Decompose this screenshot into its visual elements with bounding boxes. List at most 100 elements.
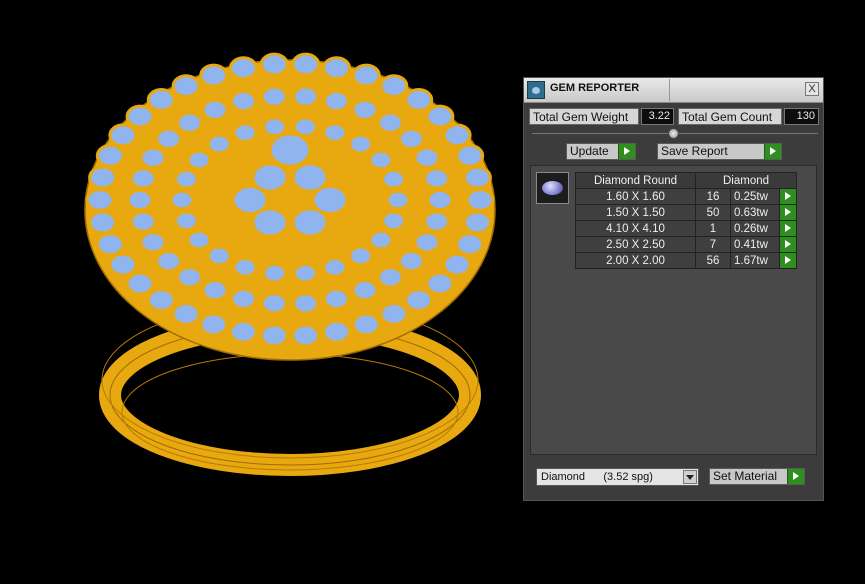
- gem-stone: [385, 189, 411, 211]
- gem-stone: [413, 231, 441, 254]
- table-row[interactable]: 1.50 X 1.50 50 0.63tw: [575, 204, 797, 221]
- gem-size-cell: 4.10 X 4.10: [575, 220, 696, 237]
- panel-title: GEM REPORTER: [550, 82, 640, 94]
- gem-stone: [201, 279, 229, 302]
- save-report-button-label: Save Report: [661, 144, 728, 158]
- gem-stone: [462, 210, 492, 235]
- gem-stone: [126, 188, 154, 212]
- total-weight-value: 3.22: [641, 108, 674, 125]
- gem-stone: [322, 257, 348, 278]
- gem-stone: [455, 143, 485, 168]
- gem-stone: [423, 167, 451, 190]
- gem-stone: [146, 88, 176, 112]
- gem-stone: [199, 312, 229, 337]
- gem-stone: [129, 167, 157, 190]
- gem-count-cell: 1: [695, 220, 731, 237]
- gem-stone: [291, 52, 321, 77]
- close-button[interactable]: X: [805, 82, 819, 96]
- title-bar[interactable]: GEM REPORTER X: [524, 78, 823, 103]
- gem-stone: [125, 104, 155, 129]
- gem-count-cell: 7: [695, 236, 731, 253]
- gem-stone: [186, 149, 212, 171]
- chevron-down-icon[interactable]: [683, 470, 697, 484]
- gem-stone: [199, 63, 229, 88]
- gem-stone: [322, 122, 348, 143]
- play-arrow-icon: [618, 144, 635, 159]
- gem-stone: [260, 85, 288, 108]
- gem-stone: [379, 74, 409, 98]
- gem-count-cell: 50: [695, 204, 731, 221]
- gem-stone: [322, 56, 352, 81]
- gem-stone: [455, 232, 485, 257]
- gem-stone: [173, 168, 199, 190]
- gem-stone: [351, 279, 379, 302]
- save-report-button[interactable]: Save Report: [657, 143, 782, 160]
- ring-head: [84, 59, 496, 361]
- gem-stone: [413, 146, 441, 169]
- gem-stone: [176, 266, 204, 289]
- gem-stone: [228, 319, 258, 344]
- gem-stone: [292, 85, 320, 108]
- table-row[interactable]: 1.60 X 1.60 16 0.25tw: [575, 188, 797, 205]
- gem-reporter-panel: GEM REPORTER X Total Gem Weight 3.22 Tot…: [523, 77, 824, 501]
- gem-stone: [322, 287, 350, 310]
- gem-weight-cell: 0.26tw: [730, 220, 780, 237]
- table-row[interactable]: 2.50 X 2.50 7 0.41tw: [575, 236, 797, 253]
- select-gems-arrow-icon[interactable]: [779, 236, 797, 253]
- gem-stone: [171, 302, 201, 326]
- gem-weight-cell: 0.25tw: [730, 188, 780, 205]
- diamond-round-thumbnail-icon[interactable]: [536, 172, 569, 204]
- gem-stone: [171, 74, 201, 98]
- select-gems-arrow-icon[interactable]: [779, 204, 797, 221]
- gem-weight-cell: 0.41tw: [730, 236, 780, 253]
- gem-stone: [426, 188, 454, 212]
- gem-stone: [262, 116, 288, 138]
- gem-stone: [376, 266, 404, 289]
- gem-stone: [397, 127, 425, 150]
- material-select[interactable]: Diamond (3.52 spg): [536, 468, 699, 486]
- gem-stone: [348, 133, 374, 155]
- gem-stone: [376, 111, 404, 134]
- gem-reporter-icon: [527, 81, 545, 99]
- gem-stone: [259, 323, 289, 348]
- gem-stone: [351, 98, 379, 122]
- material-select-value: Diamond (3.52 spg): [541, 471, 653, 483]
- total-count-value: 130: [784, 108, 819, 125]
- gem-stone: [186, 229, 212, 251]
- update-button[interactable]: Update: [566, 143, 636, 160]
- gem-stone: [95, 232, 125, 257]
- gem-stone: [169, 189, 195, 211]
- gem-stone: [368, 229, 394, 251]
- gem-stone: [88, 210, 118, 235]
- gem-table: Diamond Round Diamond 1.60 X 1.60 16 0.25t…: [575, 172, 797, 269]
- gem-stone: [404, 288, 434, 313]
- set-material-button[interactable]: Set Material: [709, 468, 805, 485]
- gem-stone: [379, 302, 409, 326]
- column-header-shape: Diamond Round: [575, 172, 696, 189]
- select-gems-arrow-icon[interactable]: [779, 188, 797, 205]
- gem-stone: [368, 149, 394, 171]
- gem-stone: [351, 312, 381, 337]
- select-gems-arrow-icon[interactable]: [779, 252, 797, 269]
- gem-stone: [292, 262, 318, 284]
- gem-stone: [291, 323, 321, 348]
- gem-stone: [129, 210, 157, 233]
- gem-stone: [251, 162, 289, 193]
- table-row[interactable]: 2.00 X 2.00 56 1.67tw: [575, 252, 797, 269]
- gem-stone: [397, 250, 425, 273]
- gem-stone: [230, 287, 258, 310]
- table-row[interactable]: 4.10 X 4.10 1 0.26tw: [575, 220, 797, 237]
- gem-stone: [232, 257, 258, 278]
- gem-stone: [291, 207, 329, 238]
- gem-stone: [425, 271, 455, 296]
- gem-stone: [176, 111, 204, 134]
- gem-stone: [291, 162, 329, 193]
- gem-stone: [292, 292, 320, 315]
- gem-size-cell: 2.50 X 2.50: [575, 236, 696, 253]
- gem-stone: [125, 271, 155, 296]
- gem-stone: [146, 288, 176, 313]
- splitter-handle[interactable]: [668, 128, 679, 139]
- gem-stone: [442, 123, 472, 148]
- gem-stone: [232, 122, 258, 143]
- select-gems-arrow-icon[interactable]: [779, 220, 797, 237]
